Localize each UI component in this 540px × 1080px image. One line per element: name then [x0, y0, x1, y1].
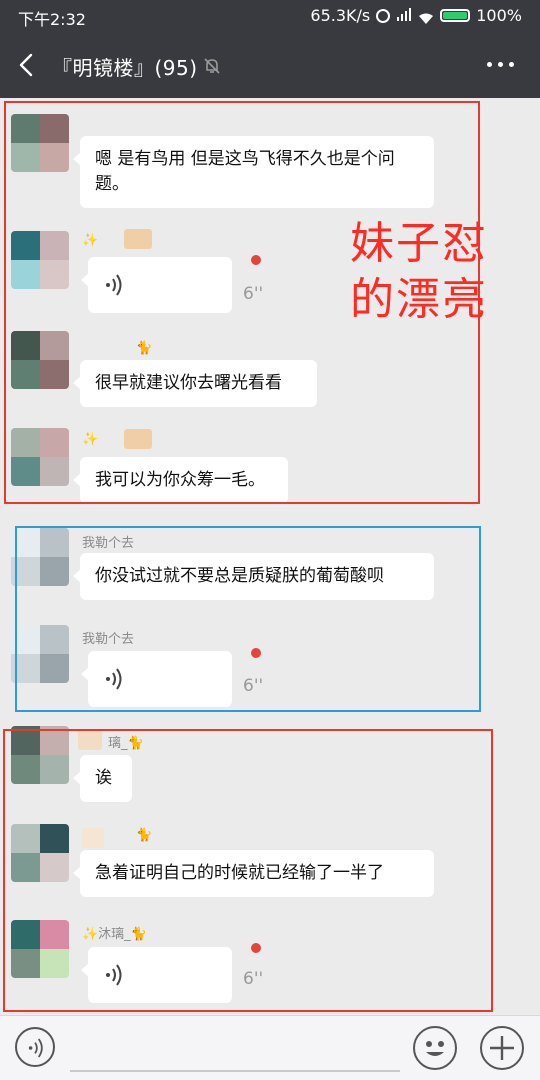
annotation-text: 妹子怼 的漂亮 [350, 216, 488, 328]
alarm-icon [376, 8, 391, 23]
plus-icon [490, 1036, 514, 1060]
plus-button[interactable] [480, 1026, 524, 1070]
status-bar: 下午2:32 65.3K/s 100% [0, 0, 540, 32]
chat-area[interactable]: 嗯 是有鸟用 但是这鸟飞得不久也是个问题。 ✨ 6'' 🐈 很早就建议你去曙光看… [0, 98, 540, 1015]
battery-icon [440, 9, 471, 22]
annotation-line-1: 妹子怼 [350, 218, 488, 269]
wifi-icon [418, 10, 434, 24]
chat-header: 『明镜楼』(95) [0, 32, 540, 98]
signal-icon [396, 7, 412, 24]
input-bar [0, 1015, 540, 1080]
more-dots-icon[interactable] [487, 62, 514, 67]
group-title: 『明镜楼』(95) [52, 56, 198, 80]
red-highlight-box-bottom [3, 729, 493, 1012]
message-input[interactable] [70, 1070, 400, 1072]
emoji-face-icon [426, 1041, 444, 1056]
mute-bell-icon [204, 58, 220, 74]
status-right: 65.3K/s 100% [310, 6, 522, 25]
network-speed: 65.3K/s [310, 6, 371, 25]
voice-input-button[interactable] [15, 1027, 55, 1067]
voice-wave-icon [28, 1038, 43, 1058]
status-time: 下午2:32 [18, 10, 86, 29]
chevron-left-icon[interactable] [14, 52, 40, 78]
blue-highlight-box [15, 526, 481, 712]
emoji-button[interactable] [413, 1026, 457, 1070]
annotation-line-2: 的漂亮 [350, 274, 488, 325]
battery-percent: 100% [476, 6, 522, 25]
